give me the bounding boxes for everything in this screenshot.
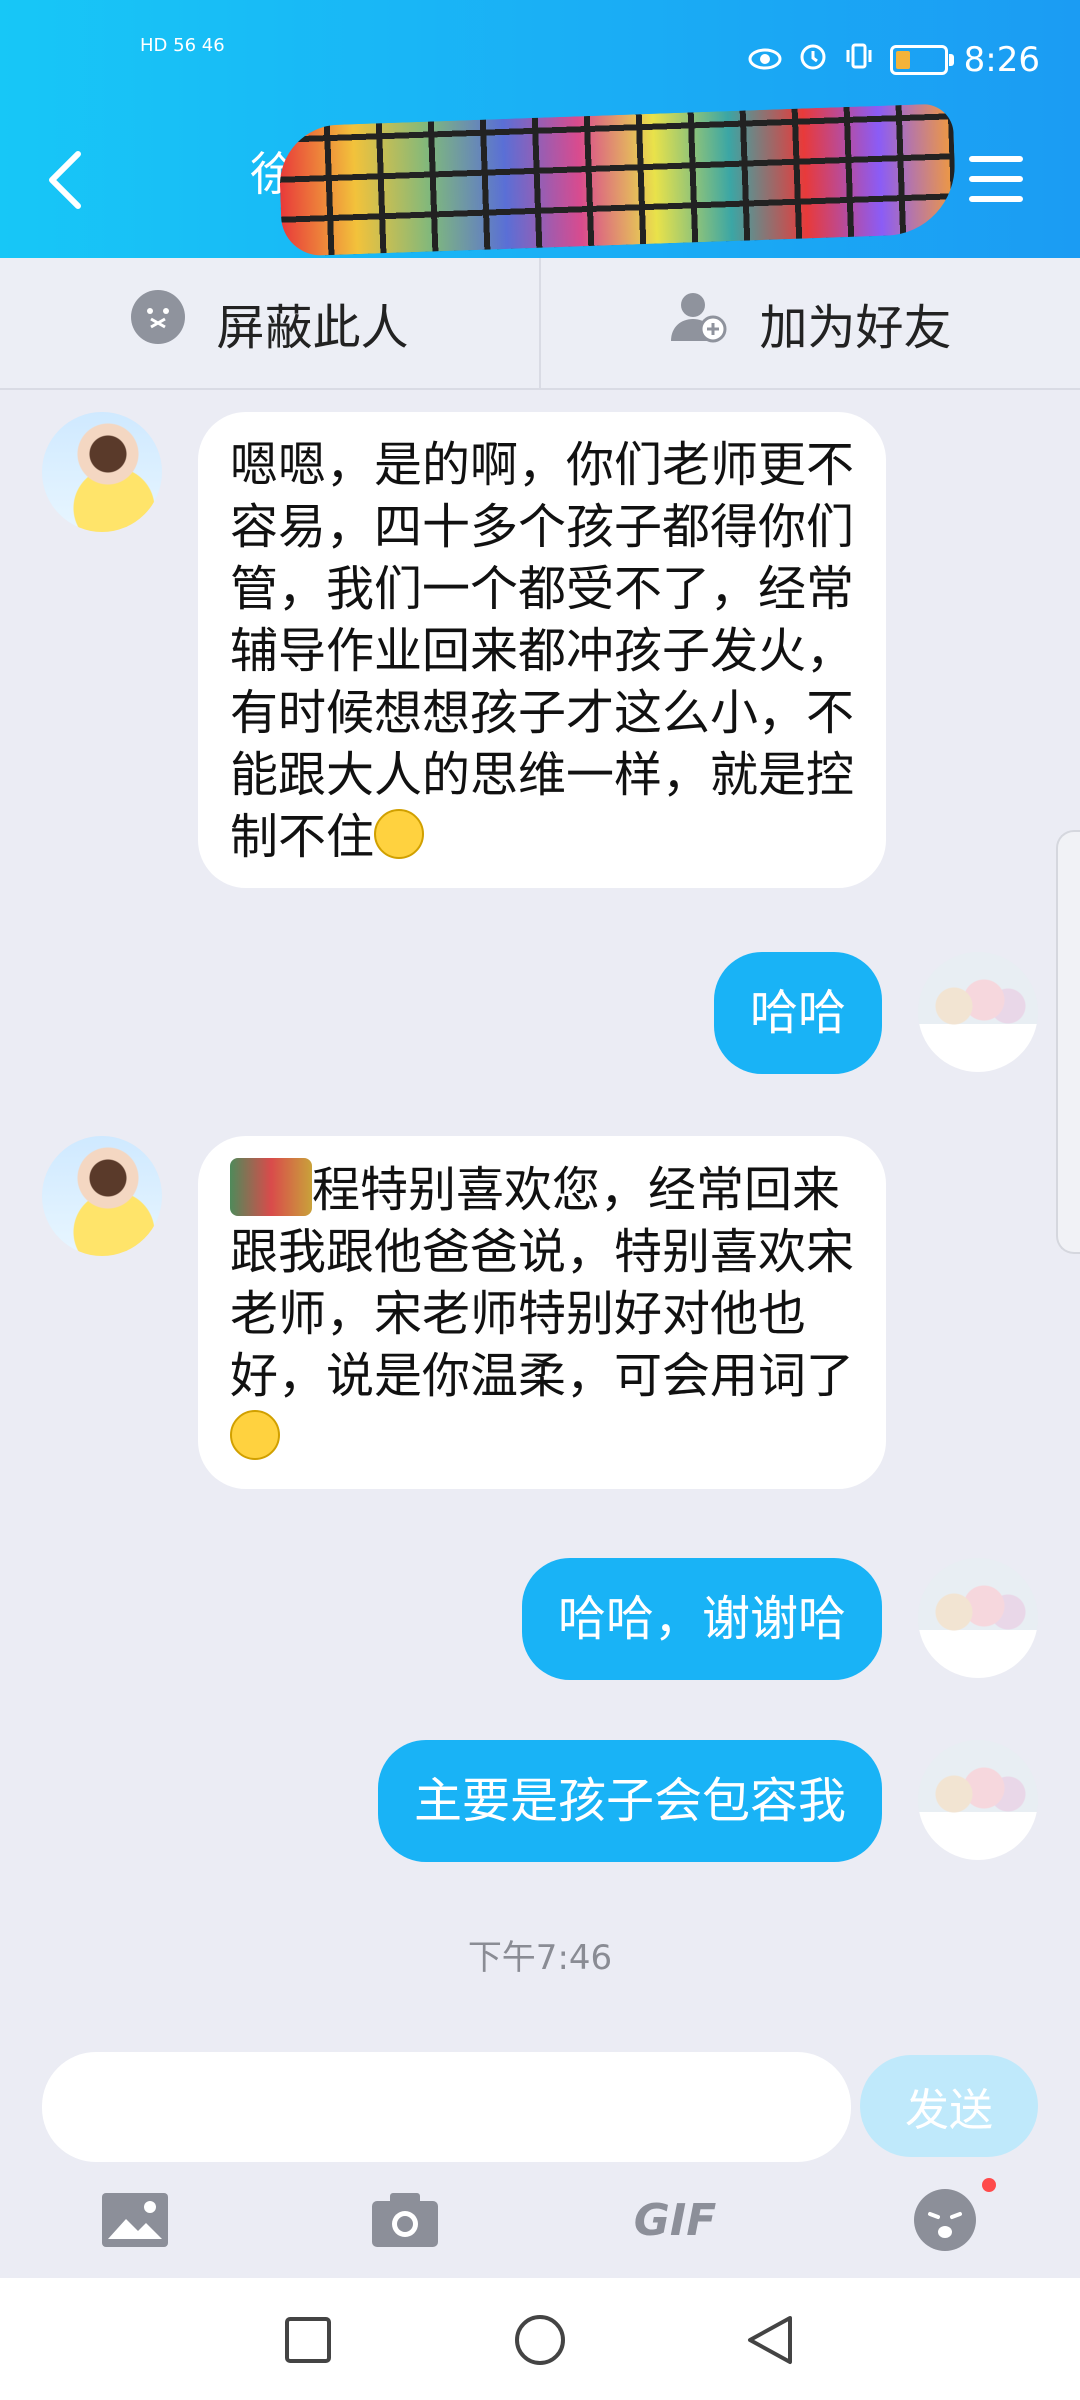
status-bar-right: 8:26 (748, 40, 1040, 80)
battery-icon (889, 45, 954, 75)
contact-avatar[interactable] (42, 1136, 162, 1256)
message-bubble-outgoing[interactable]: 主要是孩子会包容我 (377, 1740, 882, 1862)
message-text: 程特别喜欢您，经常回来跟我跟他爸爸说，特别喜欢宋老师，宋老师特别好对他也好，说是… (230, 1162, 855, 1404)
contact-avatar[interactable] (42, 412, 162, 532)
send-button[interactable]: 发送 (860, 2055, 1038, 2157)
add-friend-icon (669, 289, 729, 357)
back-icon[interactable] (40, 148, 90, 216)
vibrate-icon (844, 40, 874, 80)
message-text: 嗯嗯，是的啊，你们老师更不容易，四十多个孩子都得你们管，我们一个都受不了，经常辅… (230, 437, 855, 865)
action-bar: 屏蔽此人 加为好友 (0, 258, 1080, 390)
notification-dot (982, 2178, 996, 2192)
recents-icon[interactable] (284, 2316, 332, 2368)
my-avatar[interactable] (918, 1740, 1038, 1860)
block-user-label: 屏蔽此人 (216, 300, 409, 356)
block-icon (130, 289, 186, 357)
eye-icon (748, 40, 782, 80)
gif-button[interactable]: GIF (634, 2190, 717, 2250)
message-bubble-outgoing[interactable]: 哈哈，谢谢哈 (521, 1558, 882, 1680)
clock-time: 8:26 (963, 40, 1040, 80)
emoji-icon[interactable] (910, 2189, 980, 2251)
redaction-mosaic (230, 1158, 312, 1216)
block-user-button[interactable]: 屏蔽此人 (0, 258, 539, 388)
add-friend-label: 加为好友 (759, 300, 952, 356)
my-avatar[interactable] (918, 1558, 1038, 1678)
message-text: 哈哈，谢谢哈 (557, 1591, 846, 1647)
alarm-icon (798, 40, 828, 80)
camera-icon[interactable] (370, 2190, 440, 2250)
chat-header: HD 56 46 8:26 徐清 (0, 0, 1080, 258)
message-text: 哈哈 (749, 985, 846, 1041)
status-bar-network: HD 56 46 (140, 35, 225, 56)
home-icon[interactable] (514, 2314, 566, 2370)
system-nav-bar (0, 2278, 1080, 2400)
message-timestamp: 下午7:46 (467, 1938, 613, 1978)
message-text: 主要是孩子会包容我 (413, 1773, 846, 1829)
message-input[interactable] (42, 2052, 851, 2162)
grinning-emoji-icon (230, 1410, 280, 1460)
message-bubble-incoming[interactable]: 程特别喜欢您，经常回来跟我跟他爸爸说，特别喜欢宋老师，宋老师特别好对他也好，说是… (198, 1136, 886, 1489)
laughing-emoji-icon (374, 809, 425, 859)
image-icon[interactable] (100, 2190, 170, 2250)
add-friend-button[interactable]: 加为好友 (539, 258, 1080, 388)
redaction-mosaic (277, 103, 958, 257)
message-bubble-outgoing[interactable]: 哈哈 (713, 952, 882, 1074)
my-avatar[interactable] (918, 952, 1038, 1072)
side-scroll-handle[interactable] (1056, 830, 1080, 1254)
back-nav-icon[interactable] (744, 2314, 794, 2370)
message-bubble-incoming[interactable]: 嗯嗯，是的啊，你们老师更不容易，四十多个孩子都得你们管，我们一个都受不了，经常辅… (198, 412, 886, 888)
menu-icon[interactable] (968, 153, 1024, 209)
